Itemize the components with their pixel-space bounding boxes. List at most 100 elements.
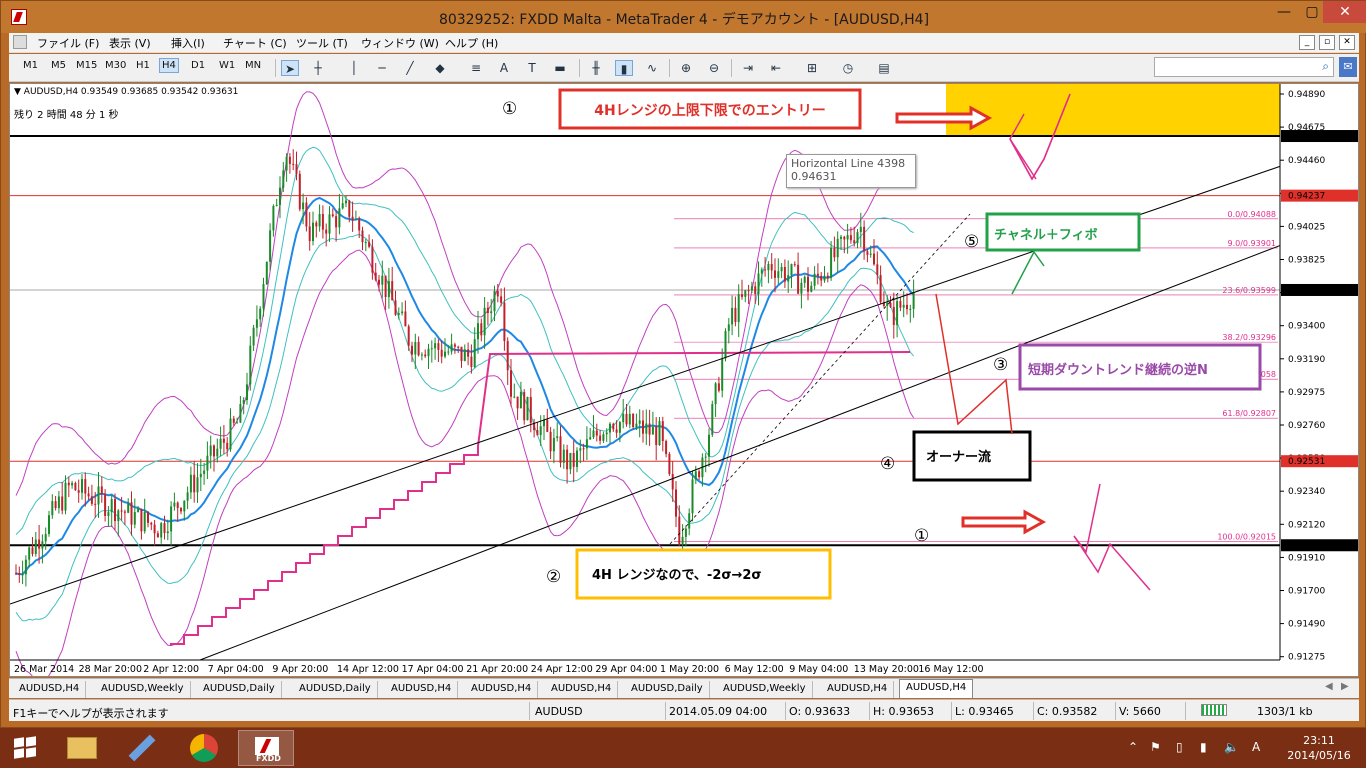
projection-zigzag-green — [1011, 250, 1045, 295]
indicators-icon[interactable]: ⊞ — [803, 60, 821, 76]
file-explorer-icon[interactable] — [54, 730, 110, 766]
tf-m15[interactable]: M15 — [76, 60, 97, 71]
rectangle-icon[interactable]: ▬ — [551, 60, 569, 76]
chart-tab[interactable]: AUDUSD,Daily — [197, 681, 282, 698]
minimize-button[interactable]: — — [1271, 1, 1297, 23]
horizontal-line-icon[interactable]: ─ — [373, 60, 391, 76]
battery-icon[interactable]: ▯ — [1176, 740, 1183, 754]
chart-area[interactable]: 0.0/0.94088 9.0/0.93901 23.6/0.93599 38.2/0… — [9, 83, 1359, 677]
chart-tab-active[interactable]: AUDUSD,H4 — [899, 679, 974, 698]
candle-body — [526, 396, 529, 421]
search-input[interactable]: ⌕ — [1154, 57, 1334, 77]
chart-tab[interactable]: AUDUSD,H4 — [465, 681, 539, 698]
menu-tools[interactable]: ツール (T) — [296, 35, 348, 51]
y-tick-label: 0.92120 — [1288, 520, 1325, 530]
chart-tab[interactable]: AUDUSD,H4 — [385, 681, 459, 698]
start-icon[interactable] — [14, 736, 36, 759]
vertical-line-icon[interactable]: │ — [345, 60, 363, 76]
candle-body — [242, 400, 245, 405]
annotation-number: ① — [914, 526, 929, 546]
line-chart-icon[interactable]: ∿ — [643, 60, 661, 76]
close-button[interactable]: ✕ — [1323, 1, 1366, 23]
notifications-icon[interactable]: ✉ — [1339, 57, 1357, 77]
candle-body — [51, 501, 54, 516]
candle-body — [457, 346, 460, 348]
trendline-icon[interactable]: ╱ — [401, 60, 419, 76]
templates-icon[interactable]: ▤ — [875, 60, 893, 76]
zoom-in-icon[interactable]: ⊕ — [677, 60, 695, 76]
crosshair-icon[interactable]: ┼ — [309, 60, 327, 76]
menu-file[interactable]: ファイル (F) — [37, 35, 99, 51]
search-icon[interactable]: ⌕ — [1322, 59, 1329, 74]
zoom-out-icon[interactable]: ⊖ — [705, 60, 723, 76]
menu-help[interactable]: ヘルプ (H) — [445, 35, 498, 51]
title-bar[interactable]: 80329252: FXDD Malta - MetaTrader 4 - デモ… — [1, 1, 1366, 33]
autoscroll-icon[interactable]: ⇥ — [739, 60, 757, 76]
moving-average-line — [15, 196, 915, 576]
menu-window[interactable]: ウィンドウ (W) — [361, 35, 439, 51]
tf-mn[interactable]: MN — [245, 60, 261, 71]
zigzag-lower-down — [1073, 535, 1151, 591]
shapes-icon[interactable]: ◆ — [431, 60, 449, 76]
tf-w1[interactable]: W1 — [219, 60, 235, 71]
chart-tab[interactable]: AUDUSD,Weekly — [717, 681, 813, 698]
candle-body — [44, 534, 47, 542]
candle-body — [361, 230, 364, 243]
y-tick-label: 0.91700 — [1288, 587, 1325, 597]
ime-indicator[interactable]: A — [1252, 740, 1260, 754]
toolbar-separator — [731, 59, 732, 77]
volume-icon[interactable]: 🔈 — [1224, 740, 1239, 754]
candle-body — [615, 429, 618, 433]
taskbar-clock[interactable]: 23:11 2014/05/16 — [1276, 733, 1362, 763]
tf-h4[interactable]: H4 — [159, 58, 179, 73]
mdi-restore-button[interactable]: ▫ — [1319, 35, 1335, 50]
toolbar: M1 M5 M15 M30 H1 H4 D1 W1 MN ➤ ┼ │ ─ ╱ ◆… — [9, 54, 1359, 82]
pen-app-icon[interactable] — [114, 730, 170, 766]
bar-chart-icon[interactable]: ╫ — [587, 60, 605, 76]
tab-scroll-right-icon[interactable]: ▶ — [1341, 681, 1349, 692]
tf-d1[interactable]: D1 — [191, 60, 205, 71]
tf-m1[interactable]: M1 — [23, 60, 38, 71]
connection-status-icon[interactable] — [1201, 704, 1227, 716]
candle-chart-icon[interactable]: ▮ — [615, 60, 633, 76]
chart-tab[interactable]: AUDUSD,H4 — [821, 681, 895, 698]
candle-body — [387, 281, 390, 298]
chart-tab[interactable]: AUDUSD,H4 — [545, 681, 619, 698]
candle-body — [638, 420, 641, 424]
y-tick-label: 0.93190 — [1288, 355, 1325, 365]
mdi-close-button[interactable]: ✕ — [1339, 35, 1355, 50]
maximize-button[interactable]: ▢ — [1299, 1, 1325, 23]
mdi-minimize-button[interactable]: _ — [1299, 35, 1315, 50]
tab-scroll-left-icon[interactable]: ◀ — [1325, 681, 1333, 692]
menu-view[interactable]: 表示 (V) — [109, 35, 151, 51]
entry-arrow-upper — [895, 105, 993, 131]
fxdd-icon[interactable]: FXDD — [238, 730, 294, 766]
candle-body — [774, 270, 776, 278]
chart-tab[interactable]: AUDUSD,Daily — [293, 681, 378, 698]
candle-body — [536, 430, 539, 436]
network-icon[interactable]: ▮ — [1200, 740, 1207, 754]
tf-m30[interactable]: M30 — [105, 60, 126, 71]
candle-body — [64, 482, 67, 511]
text-icon[interactable]: A — [495, 60, 513, 76]
chart-tab[interactable]: AUDUSD,H4 — [13, 681, 87, 698]
menu-insert[interactable]: 挿入(I) — [171, 35, 205, 51]
flag-icon[interactable]: ⚑ — [1150, 740, 1161, 754]
chart-tab[interactable]: AUDUSD,Daily — [625, 681, 710, 698]
chrome-icon[interactable] — [176, 730, 232, 766]
tf-h1[interactable]: H1 — [136, 60, 150, 71]
periods-icon[interactable]: ◷ — [839, 60, 857, 76]
fibonacci-icon[interactable]: ≡ — [467, 60, 485, 76]
menu-chart[interactable]: チャート (C) — [223, 35, 287, 51]
cursor-icon[interactable]: ➤ — [281, 60, 299, 76]
candle-body — [18, 573, 21, 575]
document-menu-icon[interactable] — [13, 35, 27, 49]
chart-tab[interactable]: AUDUSD,Weekly — [95, 681, 191, 698]
chart-shift-icon[interactable]: ⇤ — [767, 60, 785, 76]
annotation-number: ③ — [993, 355, 1008, 375]
candle-body — [843, 236, 846, 240]
price-chart[interactable]: 0.0/0.94088 9.0/0.93901 23.6/0.93599 38.2/0… — [10, 84, 1359, 677]
tf-m5[interactable]: M5 — [51, 60, 66, 71]
tray-up-icon[interactable]: ⌃ — [1128, 740, 1138, 754]
label-icon[interactable]: T — [523, 60, 541, 76]
